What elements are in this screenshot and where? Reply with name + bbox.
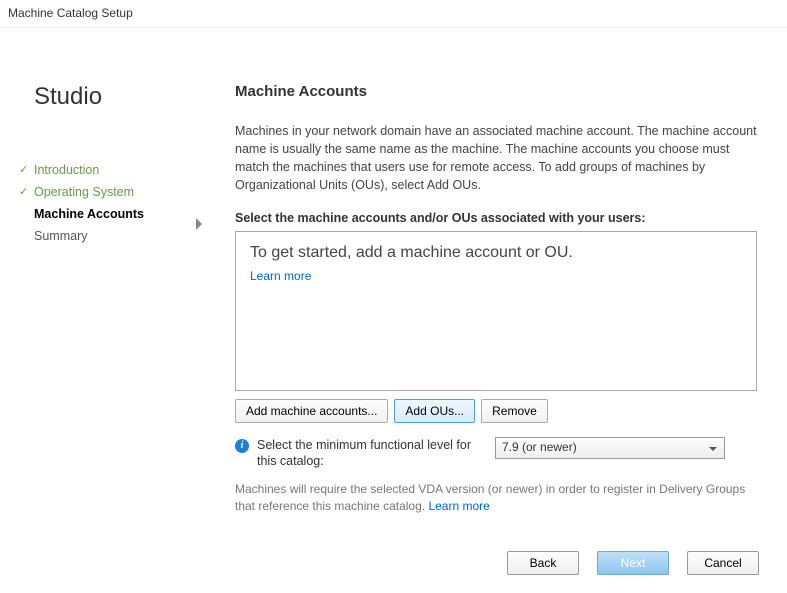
vda-learn-more-link[interactable]: Learn more [428,499,489,513]
vda-footnote-text: Machines will require the selected VDA v… [235,482,745,513]
functional-level-select[interactable]: 7.9 (or newer) [495,437,725,459]
functional-level-value: 7.9 (or newer) [502,440,577,454]
step-introduction[interactable]: Introduction [34,159,205,181]
page-heading: Machine Accounts [235,83,757,100]
window-title: Machine Catalog Setup [0,0,787,28]
next-button[interactable]: Next [597,551,669,575]
empty-state-prompt: To get started, add a machine account or… [250,244,742,262]
add-ous-button[interactable]: Add OUs... [394,399,475,423]
cancel-button[interactable]: Cancel [687,551,759,575]
step-operating-system[interactable]: Operating System [34,181,205,203]
step-machine-accounts[interactable]: Machine Accounts [34,203,205,225]
back-button[interactable]: Back [507,551,579,575]
step-summary[interactable]: Summary [34,225,205,247]
page-description: Machines in your network domain have an … [235,122,757,195]
info-icon: i [235,439,249,453]
brand-title: Studio [34,83,205,111]
accounts-listbox[interactable]: To get started, add a machine account or… [235,231,757,391]
learn-more-link[interactable]: Learn more [250,269,311,283]
remove-button[interactable]: Remove [481,399,548,423]
wizard-step-list: Introduction Operating System Machine Ac… [34,159,205,247]
step-pointer-icon [196,218,202,230]
functional-level-label: Select the minimum functional level for … [257,437,487,470]
vda-footnote: Machines will require the selected VDA v… [235,481,757,515]
accounts-list-label: Select the machine accounts and/or OUs a… [235,211,757,225]
add-machine-accounts-button[interactable]: Add machine accounts... [235,399,388,423]
